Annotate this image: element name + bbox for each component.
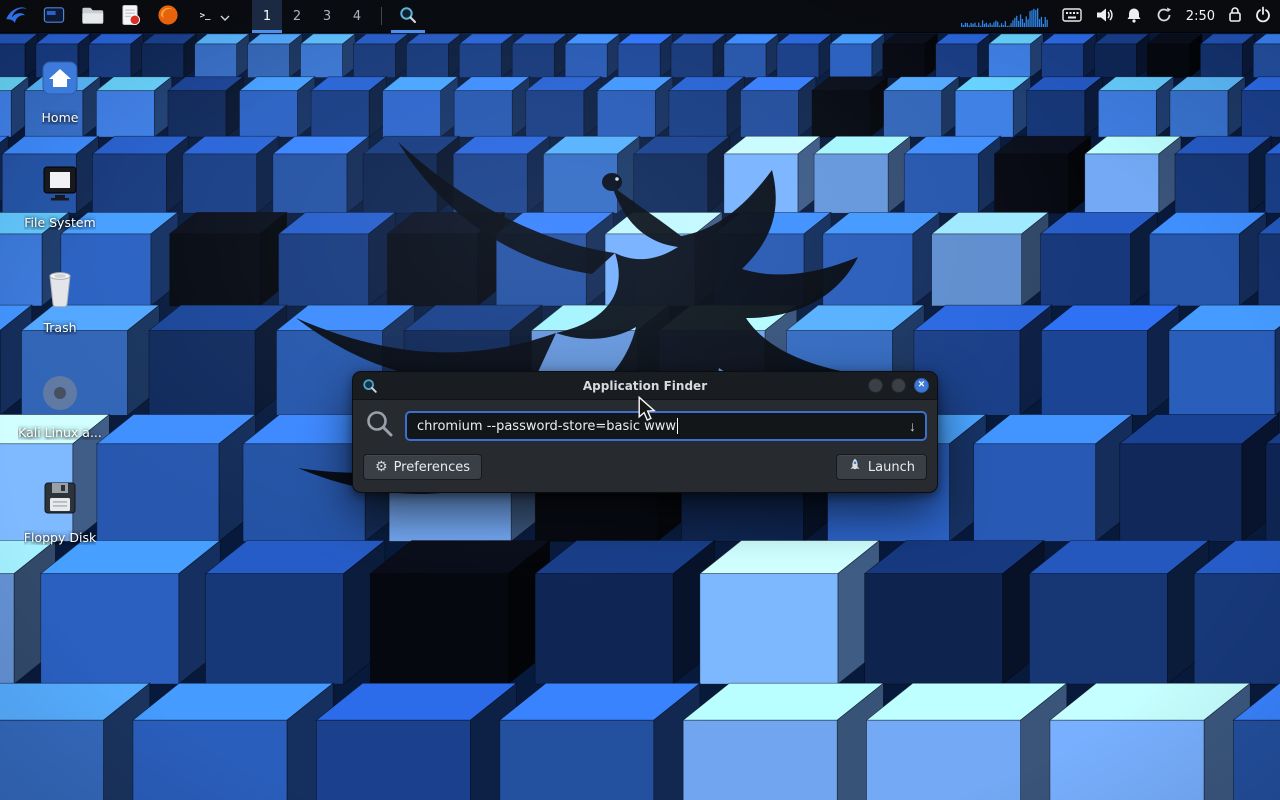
notifications-tray-button[interactable] xyxy=(1126,7,1142,26)
workspace-switcher: 1 2 3 4 xyxy=(252,0,372,33)
desktop-icon-floppy-disk[interactable]: Floppy Disk xyxy=(10,476,110,545)
keyboard-icon xyxy=(1062,8,1082,25)
volume-tray-button[interactable] xyxy=(1095,7,1113,26)
firefox-icon xyxy=(156,3,180,30)
power-icon xyxy=(1255,6,1271,26)
terminal-icon: >_ xyxy=(200,12,211,21)
folder-icon xyxy=(80,3,104,30)
chevron-down-icon xyxy=(220,9,230,24)
search-input-text: chromium --password-store=basic www xyxy=(417,419,676,434)
application-finder-window: Application Finder × chromium --password… xyxy=(352,371,938,493)
bell-icon xyxy=(1126,7,1142,26)
floppy-icon xyxy=(38,476,82,524)
lock-icon xyxy=(1228,6,1242,26)
system-tray: 2:50 xyxy=(961,0,1280,33)
panel-left: >_ 1 2 3 4 xyxy=(0,0,425,33)
window-titlebar[interactable]: Application Finder × xyxy=(353,372,937,400)
kali-logo-icon xyxy=(4,2,29,30)
applications-menu-button[interactable] xyxy=(0,0,32,33)
kali-disc-icon xyxy=(38,371,82,419)
launcher-text-editor[interactable] xyxy=(114,0,146,33)
desktop-icon-label: Floppy Disk xyxy=(24,530,96,545)
launcher-firefox[interactable] xyxy=(152,0,184,33)
desktop-icon-label: Trash xyxy=(43,320,76,335)
sync-arrows-icon xyxy=(1155,6,1173,27)
task-application-finder[interactable] xyxy=(391,0,425,33)
workspace-1[interactable]: 1 xyxy=(252,0,282,33)
desktop-icon-home[interactable]: Home xyxy=(10,56,110,125)
launch-button[interactable]: Launch xyxy=(836,454,927,480)
window-title: Application Finder xyxy=(353,379,937,393)
search-input[interactable]: chromium --password-store=basic www ↓ xyxy=(405,411,927,441)
desktop-icon-trash[interactable]: Trash xyxy=(10,266,110,335)
launch-rocket-icon xyxy=(848,458,862,476)
maximize-button[interactable] xyxy=(891,378,906,393)
desktop-icon-label: File System xyxy=(24,215,96,230)
application-finder-icon xyxy=(361,377,379,395)
search-icon xyxy=(365,409,395,443)
keyboard-tray-button[interactable] xyxy=(1062,8,1082,25)
preferences-button-label: Preferences xyxy=(394,460,470,475)
gear-icon: ⚙ xyxy=(375,460,388,474)
terminal-launcher-button[interactable]: >_ xyxy=(192,5,218,27)
button-row: ⚙ Preferences Launch xyxy=(353,443,937,480)
workspace-3-label: 3 xyxy=(323,9,331,24)
workspace-3[interactable]: 3 xyxy=(312,0,342,33)
clock[interactable]: 2:50 xyxy=(1186,9,1215,24)
arrow-down-icon: ↓ xyxy=(909,418,916,434)
speaker-icon xyxy=(1095,7,1113,26)
home-icon xyxy=(38,56,82,104)
desktop-icon-label: Kali Linux a... xyxy=(18,425,102,440)
close-button[interactable]: × xyxy=(914,378,929,393)
app-window-icon xyxy=(42,3,66,30)
file-system-icon xyxy=(38,161,82,209)
workspace-4-label: 4 xyxy=(353,9,361,24)
launch-button-label: Launch xyxy=(868,460,915,475)
preferences-button[interactable]: ⚙ Preferences xyxy=(363,454,482,480)
window-controls: × xyxy=(868,378,929,393)
workspace-1-label: 1 xyxy=(263,9,271,24)
launcher-file-manager[interactable] xyxy=(76,0,108,33)
terminal-launcher-group: >_ xyxy=(192,0,232,33)
terminal-launcher-menu-arrow[interactable] xyxy=(218,0,232,33)
top-panel: >_ 1 2 3 4 xyxy=(0,0,1280,33)
workspace-2[interactable]: 2 xyxy=(282,0,312,33)
workspace-4[interactable]: 4 xyxy=(342,0,372,33)
logout-tray-button[interactable] xyxy=(1255,6,1271,26)
desktop-icon-list: Home File System Trash Kali Linux a... F… xyxy=(10,56,110,545)
text-caret xyxy=(677,418,678,434)
minimize-button[interactable] xyxy=(868,378,883,393)
document-icon xyxy=(118,3,142,30)
updates-tray-button[interactable] xyxy=(1155,6,1173,27)
desktop-icon-label: Home xyxy=(42,110,79,125)
panel-separator xyxy=(381,7,382,25)
close-icon: × xyxy=(918,380,924,391)
launcher-app-window[interactable] xyxy=(38,0,70,33)
desktop-icon-kali-installer[interactable]: Kali Linux a... xyxy=(10,371,110,440)
lock-tray-button[interactable] xyxy=(1228,6,1242,26)
search-row: chromium --password-store=basic www ↓ xyxy=(353,400,937,443)
trash-icon xyxy=(38,266,82,314)
entry-dropdown-button[interactable]: ↓ xyxy=(904,418,921,434)
desktop-icon-file-system[interactable]: File System xyxy=(10,161,110,230)
workspace-2-label: 2 xyxy=(293,9,301,24)
network-monitor-graph[interactable] xyxy=(961,4,1049,28)
magnifier-icon xyxy=(399,6,417,27)
